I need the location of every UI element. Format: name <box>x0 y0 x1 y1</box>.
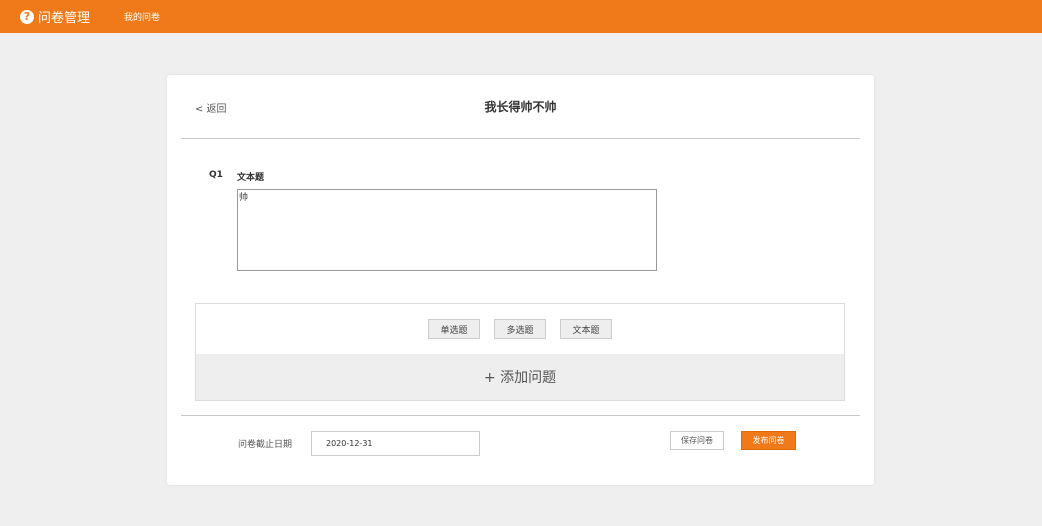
save-survey-button[interactable]: 保存问卷 <box>670 431 724 450</box>
question-title: 文本题 <box>237 173 265 183</box>
add-question-button[interactable]: + 添加问题 <box>196 354 844 400</box>
survey-editor-card: < 返回 我长得帅不帅 Q1 文本题 帅 单选题 多选题 文本题 + 添加问题 … <box>167 75 874 485</box>
text-answer-field[interactable]: 帅 <box>237 189 657 271</box>
top-nav-bar: ? 问卷管理 我的问卷 <box>0 0 1042 33</box>
question-type-options: 单选题 多选题 文本题 <box>196 304 844 354</box>
text-question-button[interactable]: 文本题 <box>560 319 612 339</box>
footer-divider <box>181 415 860 416</box>
header-divider <box>181 138 860 139</box>
brand-title: 问卷管理 <box>38 11 91 26</box>
multiple-choice-button[interactable]: 多选题 <box>494 319 546 339</box>
deadline-date-input[interactable] <box>311 431 480 456</box>
nav-my-surveys[interactable]: 我的问卷 <box>124 10 160 23</box>
publish-survey-button[interactable]: 发布问卷 <box>741 431 796 450</box>
survey-title: 我长得帅不帅 <box>484 100 557 114</box>
question-circle-icon: ? <box>20 9 34 24</box>
single-choice-button[interactable]: 单选题 <box>428 319 480 339</box>
question-number: Q1 <box>209 170 223 180</box>
deadline-label: 问卷截止日期 <box>238 440 293 450</box>
brand[interactable]: ? 问卷管理 <box>20 6 90 27</box>
add-question-panel: 单选题 多选题 文本题 + 添加问题 <box>195 303 845 401</box>
